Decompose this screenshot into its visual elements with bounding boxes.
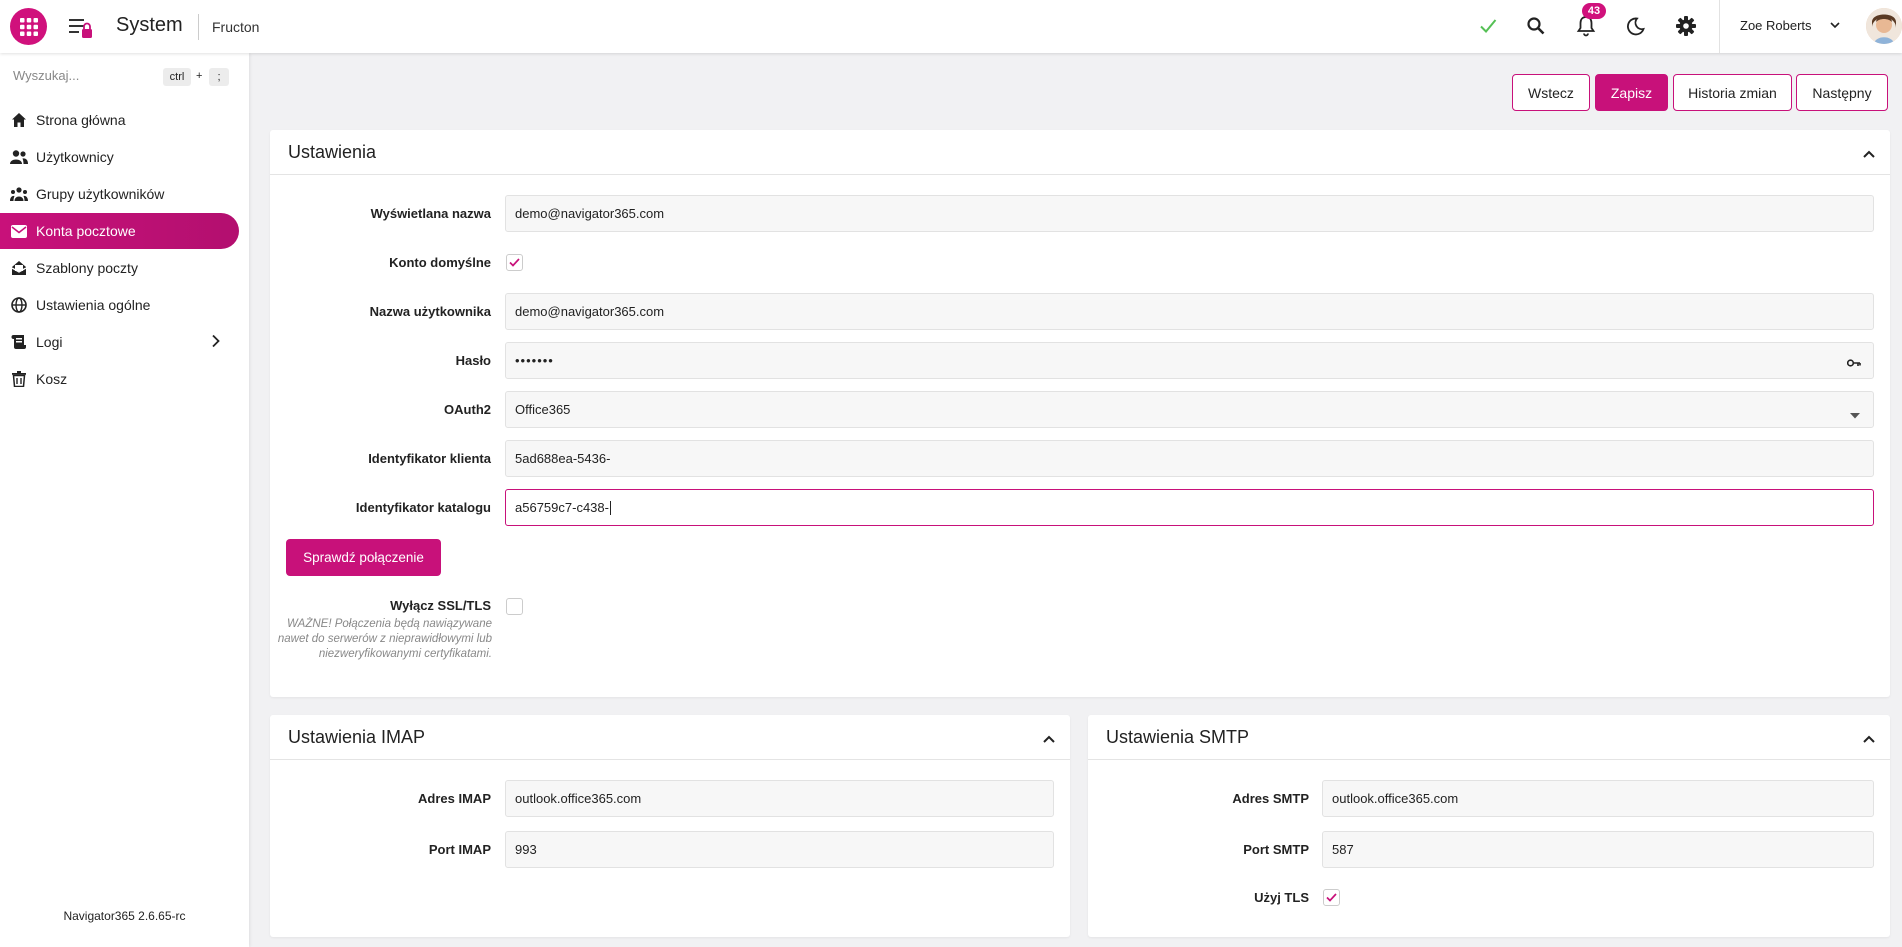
sidebar-item-label: Ustawienia ogólne <box>36 297 151 313</box>
sidebar-item-user-groups[interactable]: Grupy użytkowników <box>0 176 239 212</box>
smtp-address-label: Adres SMTP <box>1232 791 1309 806</box>
use-tls-checkbox[interactable] <box>1323 889 1340 906</box>
sidebar-item-label: Strona główna <box>36 112 126 128</box>
sidebar-item-label: Użytkownicy <box>36 149 114 165</box>
caret-down-icon[interactable] <box>1850 406 1860 422</box>
display-name-label: Wyświetlana nazwa <box>370 206 491 221</box>
default-account-label: Konto domyślne <box>389 255 491 270</box>
panel-title: Ustawienia <box>288 142 377 162</box>
trash-icon <box>10 370 28 388</box>
avatar[interactable] <box>1866 8 1902 44</box>
shortcut-key-semicolon: ; <box>209 68 229 86</box>
shortcut-plus: + <box>196 70 203 82</box>
use-tls-label: Użyj TLS <box>1254 890 1309 905</box>
next-button[interactable]: Następny <box>1796 74 1888 111</box>
sidebar-item-mail-templates[interactable]: Szablony poczty <box>0 250 239 286</box>
tenant-id-label: Identyfikator katalogu <box>355 500 491 515</box>
shortcut-key-ctrl: ctrl <box>163 68 191 86</box>
username-label: Nazwa użytkownika <box>369 304 491 319</box>
top-bar: System Fructon 43 Zoe Roberts <box>0 0 1902 53</box>
password-label: Hasło <box>455 353 491 368</box>
sidebar-item-label: Konta pocztowe <box>36 223 136 239</box>
sidebar-search: ctrl + ; <box>0 63 249 93</box>
back-button[interactable]: Wstecz <box>1512 74 1590 111</box>
sidebar-item-users[interactable]: Użytkownicy <box>0 139 239 175</box>
page-title: System <box>116 14 183 36</box>
users-icon <box>10 148 28 166</box>
search-icon[interactable] <box>1523 13 1549 39</box>
menu-lock-icon[interactable] <box>67 16 95 40</box>
panel-title: Ustawienia IMAP <box>288 727 426 747</box>
smtp-panel-header[interactable]: Ustawienia SMTP <box>1088 715 1890 760</box>
sidebar-item-trash[interactable]: Kosz <box>0 361 239 397</box>
moon-icon[interactable] <box>1623 13 1649 39</box>
imap-address-label: Adres IMAP <box>418 791 491 806</box>
history-button[interactable]: Historia zmian <box>1673 74 1792 111</box>
title-divider <box>198 14 199 40</box>
sidebar-item-logs[interactable]: Logi <box>0 324 239 360</box>
sidebar: ctrl + ; Strona główna Użytkownicy Grupy… <box>0 53 249 947</box>
imap-panel-header[interactable]: Ustawienia IMAP <box>270 715 1070 760</box>
oauth-selected-value: Office365 <box>515 402 571 417</box>
apps-grid-icon[interactable] <box>10 8 47 45</box>
disable-ssl-checkbox[interactable] <box>506 598 523 615</box>
chevron-right-icon <box>211 334 221 351</box>
sidebar-item-label: Kosz <box>36 371 68 387</box>
search-input[interactable] <box>13 68 153 83</box>
envelope-icon <box>10 222 28 240</box>
mail-template-icon <box>10 259 28 277</box>
user-name[interactable]: Zoe Roberts <box>1740 18 1812 33</box>
imap-address-field[interactable]: outlook.office365.com <box>505 780 1054 817</box>
client-id-label: Identyfikator klienta <box>368 451 491 466</box>
username-field[interactable]: demo@navigator365.com <box>505 293 1874 330</box>
sidebar-item-label: Logi <box>36 334 63 350</box>
oauth-select[interactable]: Office365 <box>505 391 1874 428</box>
notification-badge: 43 <box>1582 3 1606 19</box>
password-value: ••••••• <box>515 353 554 368</box>
sidebar-item-label: Szablony poczty <box>36 260 138 276</box>
sidebar-item-mail-accounts[interactable]: Konta pocztowe <box>0 213 239 249</box>
save-button[interactable]: Zapisz <box>1595 74 1668 111</box>
smtp-address-field[interactable]: outlook.office365.com <box>1322 780 1874 817</box>
sidebar-item-home[interactable]: Strona główna <box>0 102 239 138</box>
tenant-id-field[interactable]: a56759c7-c438- <box>505 489 1874 526</box>
text-cursor <box>609 500 611 515</box>
chevron-down-icon[interactable] <box>1828 18 1842 35</box>
settings-panel-header[interactable]: Ustawienia <box>270 130 1890 175</box>
chevron-up-icon[interactable] <box>1862 146 1876 162</box>
app-version: Navigator365 2.6.65-rc <box>63 909 186 923</box>
imap-port-label: Port IMAP <box>428 842 491 857</box>
password-field[interactable]: ••••••• <box>505 342 1874 379</box>
sidebar-item-general-settings[interactable]: Ustawienia ogólne <box>0 287 239 323</box>
key-icon[interactable] <box>1846 355 1861 371</box>
gear-icon[interactable] <box>1673 13 1699 39</box>
imap-panel: Ustawienia IMAP <box>270 715 1070 937</box>
home-icon <box>10 111 28 129</box>
panel-title: Ustawienia SMTP <box>1106 727 1250 747</box>
smtp-port-label: Port SMTP <box>1243 842 1309 857</box>
toolbar-separator <box>1719 0 1720 53</box>
default-account-checkbox[interactable] <box>506 254 523 271</box>
test-connection-button[interactable]: Sprawdź połączenie <box>286 539 441 576</box>
tenant-id-value: a56759c7-c438- <box>515 500 609 515</box>
oauth-label: OAuth2 <box>444 402 491 417</box>
globe-icon <box>10 296 28 314</box>
sidebar-item-label: Grupy użytkowników <box>36 186 165 202</box>
smtp-port-field[interactable]: 587 <box>1322 831 1874 868</box>
company-name[interactable]: Fructon <box>212 19 259 35</box>
user-groups-icon <box>10 185 28 203</box>
disable-ssl-label: Wyłącz SSL/TLS <box>390 598 491 613</box>
check-icon[interactable] <box>1475 13 1501 39</box>
imap-port-field[interactable]: 993 <box>505 831 1054 868</box>
ssl-warning-note: WAŻNE! Połączenia będą nawiązywane nawet… <box>277 618 492 660</box>
chevron-up-icon[interactable] <box>1862 731 1876 747</box>
display-name-field[interactable]: demo@navigator365.com <box>505 195 1874 232</box>
scroll-icon <box>10 333 28 351</box>
client-id-field[interactable]: 5ad688ea-5436- <box>505 440 1874 477</box>
chevron-up-icon[interactable] <box>1042 731 1056 747</box>
